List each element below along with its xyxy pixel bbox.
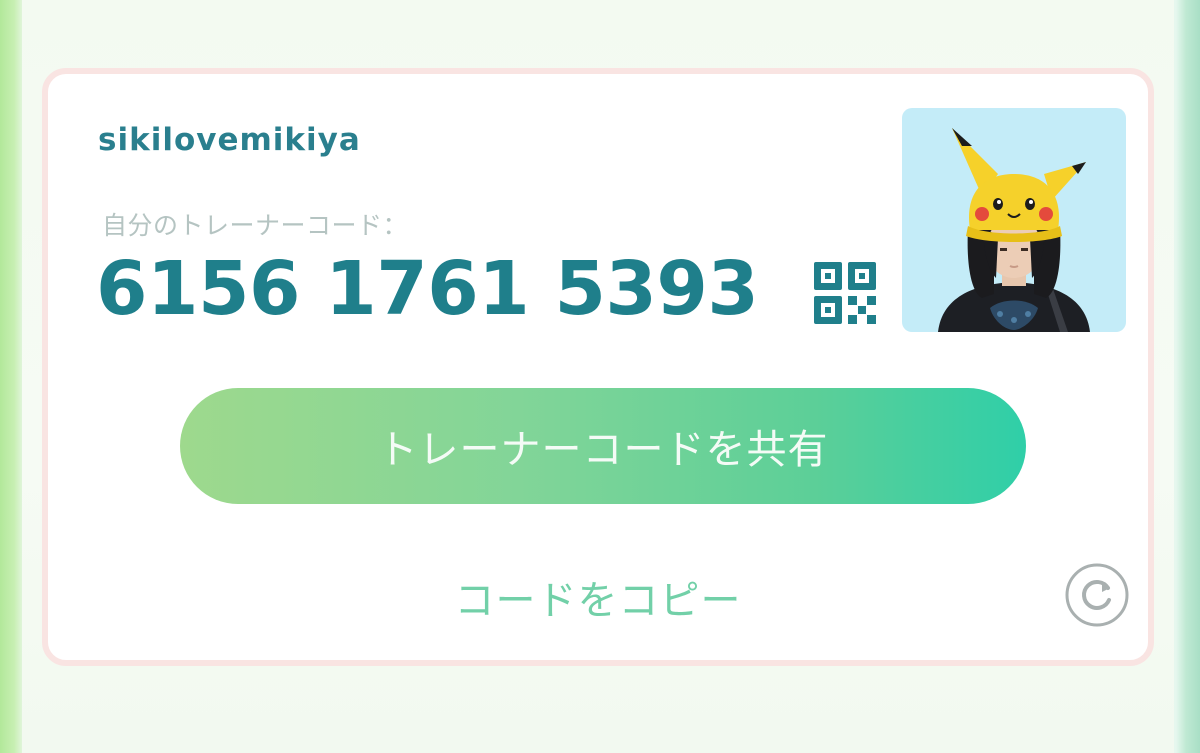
avatar-image	[938, 128, 1090, 332]
share-trainer-code-button[interactable]: トレーナーコードを共有	[180, 388, 1026, 504]
qr-code-icon	[814, 262, 876, 324]
trainer-code-label: 自分のトレーナーコード：	[102, 211, 409, 240]
refresh-icon	[1065, 563, 1129, 627]
qr-code-button[interactable]	[812, 260, 878, 326]
trainer-code-value: 6156 1761 5393	[96, 246, 759, 332]
trainer-card: sikilovemikiya 自分のトレーナーコード： 6156 1761 53…	[42, 68, 1154, 666]
trainer-username: sikilovemikiya	[98, 122, 361, 158]
trainer-avatar[interactable]	[902, 108, 1126, 332]
refresh-button[interactable]	[1064, 562, 1130, 628]
copy-code-button[interactable]: コードをコピー	[428, 568, 768, 626]
